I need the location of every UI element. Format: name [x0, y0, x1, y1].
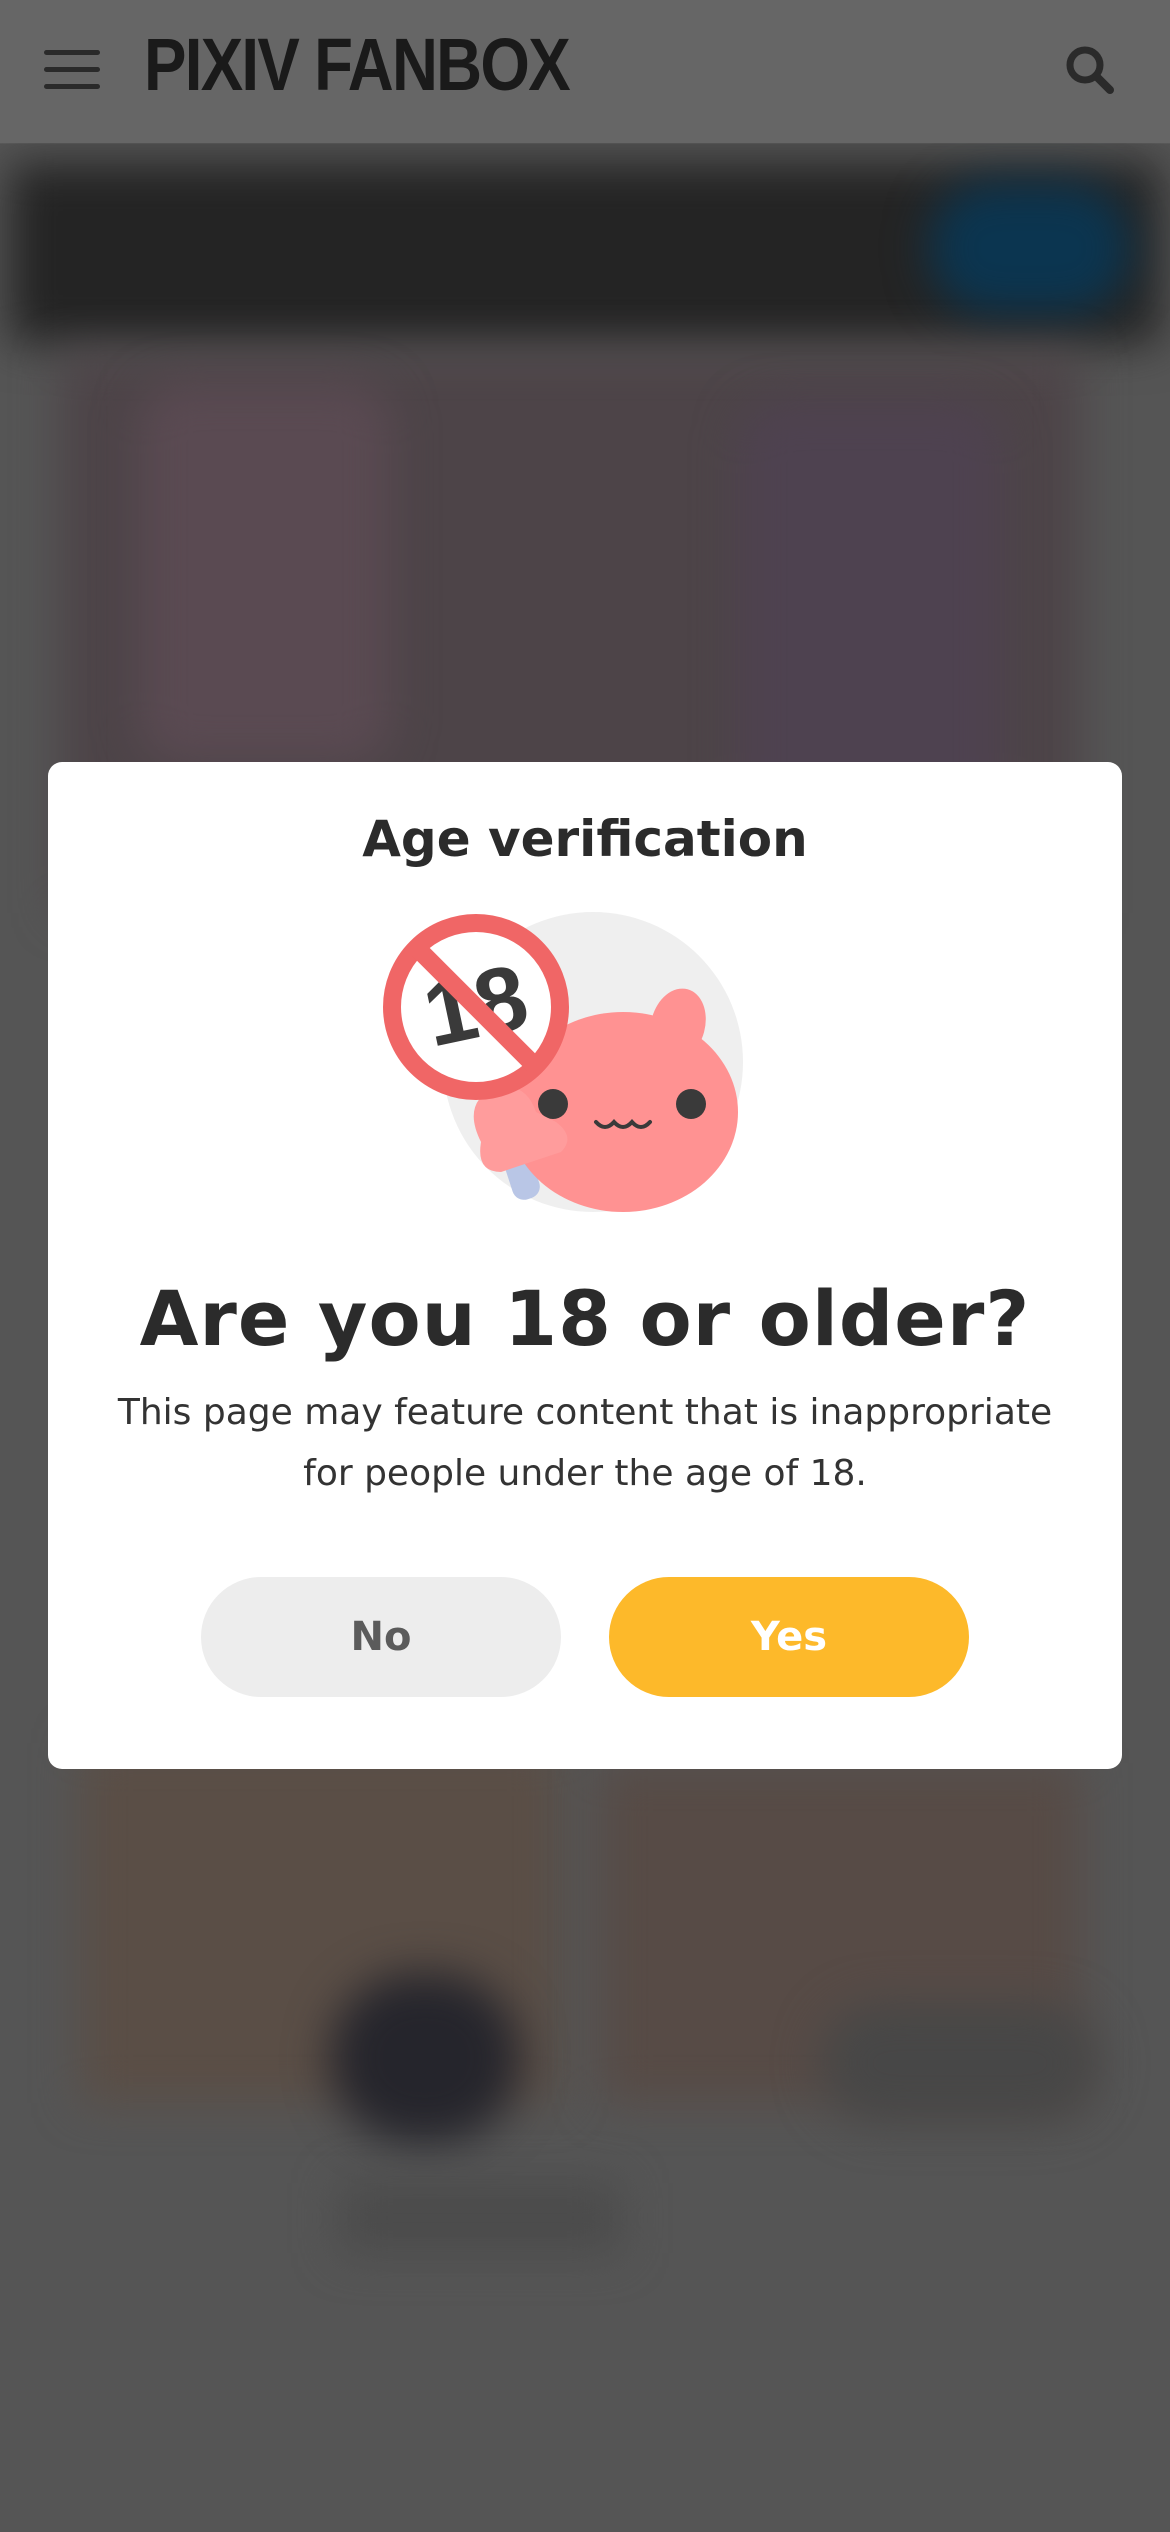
age-warning-text: This page may feature content that is in… — [117, 1392, 1053, 1494]
blurred-text-line — [340, 2183, 620, 2253]
yes-button[interactable]: Yes — [609, 1577, 969, 1697]
age-restriction-mascot-icon: 18 — [383, 912, 743, 1212]
no-button[interactable]: No — [201, 1577, 561, 1697]
age-question: Are you 18 or older? — [139, 1274, 1031, 1363]
blurred-avatar — [330, 1973, 520, 2143]
search-icon[interactable] — [1064, 44, 1116, 96]
blurred-follow-button — [930, 183, 1130, 313]
blurred-artwork-right — [740, 403, 1000, 823]
app-header: PIXIV FANBOX — [0, 0, 1170, 144]
blurred-artwork-left — [140, 383, 390, 763]
age-verification-dialog: Age verification 18 Are you 18 or older?… — [48, 762, 1122, 1769]
hamburger-menu-icon[interactable] — [44, 50, 100, 90]
dialog-title: Age verification — [362, 810, 808, 868]
pixiv-fanbox-logo[interactable]: PIXIV FANBOX — [144, 28, 571, 102]
blurred-button — [820, 2003, 1100, 2123]
